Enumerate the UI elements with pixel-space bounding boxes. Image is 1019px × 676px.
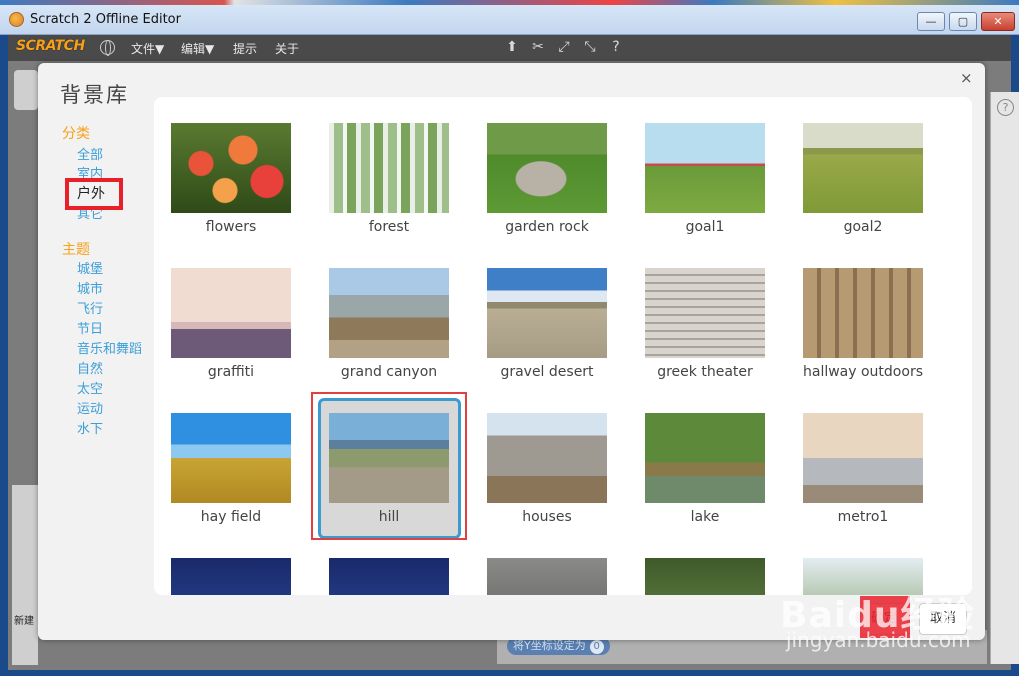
backdrop-thumbnail (487, 413, 607, 503)
backdrop-thumbnail (329, 413, 449, 503)
theme-city[interactable]: 城市 (77, 281, 103, 299)
backdrop-name: lake (690, 509, 720, 525)
backdrop-tile[interactable]: forest (329, 123, 449, 243)
backdrop-name: houses (522, 509, 572, 525)
theme-castle[interactable]: 城堡 (77, 261, 103, 279)
theme-sports[interactable]: 运动 (77, 401, 103, 419)
set-y-value[interactable]: 0 (589, 640, 604, 654)
backdrop-thumbnail (171, 558, 291, 595)
minimize-button[interactable]: — (917, 12, 945, 31)
backdrop-thumbnail (803, 413, 923, 503)
backdrop-thumbnail (803, 268, 923, 358)
theme-space[interactable]: 太空 (77, 381, 103, 399)
backdrop-tile[interactable]: houses (487, 413, 607, 533)
backdrop-thumbnail (645, 123, 765, 213)
menu-file[interactable]: 文件▼ (131, 40, 164, 57)
maximize-button[interactable]: ▢ (949, 12, 977, 31)
new-backdrop-label: 新建 (14, 616, 34, 627)
watermark-url: jingyan.baidu.com (786, 628, 971, 652)
backdrop-name: greek theater (657, 364, 753, 380)
backdrop-library-dialog: 背景库 × 分类 全部 室内 户外 其它 主题 城堡 城市 飞行 节日 音乐和舞… (38, 63, 985, 640)
shrink-icon[interactable]: ⤡ (582, 39, 598, 55)
theme-holiday[interactable]: 节日 (77, 321, 103, 339)
backdrop-tile[interactable] (645, 558, 765, 595)
theme-heading: 主题 (62, 242, 90, 258)
theme-nature[interactable]: 自然 (77, 361, 103, 379)
theme-flying[interactable]: 飞行 (77, 301, 103, 319)
backdrop-tile[interactable] (487, 558, 607, 595)
sprite-panel (12, 485, 38, 665)
backdrop-thumbnail (487, 123, 607, 213)
close-window-button[interactable]: ✕ (981, 12, 1015, 31)
grow-icon[interactable]: ⤢ (556, 39, 572, 55)
block-help-icon[interactable]: ? (997, 99, 1014, 116)
backdrop-tile[interactable] (329, 558, 449, 595)
backdrop-tile[interactable]: grand canyon (329, 268, 449, 388)
window-title: Scratch 2 Offline Editor (30, 12, 181, 27)
backdrop-name: forest (368, 219, 410, 235)
dialog-close-icon[interactable]: × (960, 69, 973, 87)
category-heading: 分类 (62, 126, 90, 142)
backdrop-tile[interactable]: greek theater (645, 268, 765, 388)
backdrop-thumbnail (803, 123, 923, 213)
dialog-title: 背景库 (60, 83, 129, 107)
backdrop-tile[interactable]: gravel desert (487, 268, 607, 388)
backdrop-tile[interactable]: hay field (171, 413, 291, 533)
language-globe-icon[interactable] (100, 40, 115, 56)
stage-thumbnail (14, 70, 38, 110)
backdrop-thumbnail (487, 268, 607, 358)
scratch-menubar: SCRATCH 文件▼ 编辑▼ 提示 关于 ⬆ ✂ ⤢ ⤡ ? (8, 35, 1011, 61)
backdrop-thumbnail (329, 123, 449, 213)
menu-edit[interactable]: 编辑▼ (181, 40, 214, 57)
backdrop-thumbnail (645, 558, 765, 595)
backdrop-thumbnail (329, 558, 449, 595)
backdrop-tile[interactable]: metro1 (803, 413, 923, 533)
theme-underwater[interactable]: 水下 (77, 421, 103, 439)
scratch-logo[interactable]: SCRATCH (16, 38, 85, 54)
backdrop-tile[interactable] (171, 558, 291, 595)
backdrop-name: garden rock (505, 219, 589, 235)
backdrop-name: metro1 (837, 509, 889, 525)
set-y-label: 将Y坐标设定为 (513, 639, 586, 652)
menu-about[interactable]: 关于 (275, 40, 299, 57)
backdrop-tile[interactable]: hill (329, 413, 449, 533)
backdrop-name: gravel desert (500, 364, 594, 380)
backdrop-thumbnail (329, 268, 449, 358)
backdrop-name: hay field (200, 509, 262, 525)
backdrop-name: flowers (205, 219, 257, 235)
backdrop-name: grand canyon (340, 364, 438, 380)
backdrop-tile[interactable]: garden rock (487, 123, 607, 243)
backdrop-thumbnail (171, 268, 291, 358)
backdrop-name: hallway outdoors (803, 364, 923, 380)
cut-icon[interactable]: ✂ (530, 39, 546, 55)
menu-tips[interactable]: 提示 (233, 40, 257, 57)
backdrop-tile[interactable]: graffiti (171, 268, 291, 388)
backdrop-tile[interactable]: goal2 (803, 123, 923, 243)
scratch-cat-icon (9, 12, 24, 27)
backdrop-grid: flowers forest garden rock goal1 goal2 g… (154, 97, 972, 595)
backdrop-thumbnail (171, 123, 291, 213)
backdrop-thumbnail (645, 268, 765, 358)
backdrop-name: graffiti (207, 364, 255, 380)
stamp-icon[interactable]: ⬆ (504, 39, 520, 55)
window-titlebar: Scratch 2 Offline Editor — ▢ ✕ (0, 5, 1019, 35)
backdrop-tile[interactable]: lake (645, 413, 765, 533)
backdrop-tile[interactable]: flowers (171, 123, 291, 243)
backdrop-tile[interactable]: hallway outdoors (803, 268, 923, 388)
theme-music-dance[interactable]: 音乐和舞蹈 (77, 341, 142, 359)
backdrop-tile[interactable]: goal1 (645, 123, 765, 243)
backdrop-thumbnail (487, 558, 607, 595)
annotation-red-box (65, 178, 123, 210)
backdrop-thumbnail (645, 413, 765, 503)
backdrop-name: goal2 (843, 219, 883, 235)
category-all[interactable]: 全部 (77, 147, 103, 165)
backdrop-thumbnail (171, 413, 291, 503)
backdrop-name: hill (378, 509, 400, 525)
backdrop-name: goal1 (685, 219, 725, 235)
help-icon[interactable]: ? (608, 39, 624, 55)
editor-right-panel (990, 92, 1019, 664)
